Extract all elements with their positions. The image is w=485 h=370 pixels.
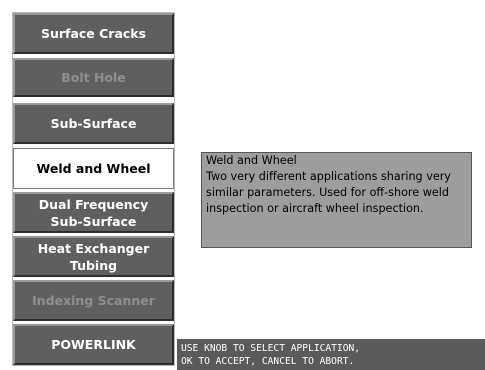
menu-item-powerlink[interactable]: POWERLINK <box>13 324 174 365</box>
description-title: Weld and Wheel <box>206 154 297 167</box>
menu-item-label: Heat Exchanger Tubing <box>37 240 150 273</box>
status-line-2: OK TO ACCEPT, CANCEL TO ABORT. <box>181 356 355 367</box>
application-menu: Surface Cracks Bolt Hole Sub-Surface Wel… <box>13 13 174 365</box>
application-description-panel: Weld and Wheel Two very different applic… <box>201 152 472 248</box>
menu-item-heat-exchanger-tubing[interactable]: Heat Exchanger Tubing <box>13 236 174 277</box>
menu-item-bolt-hole: Bolt Hole <box>13 58 174 97</box>
menu-item-label: Sub-Surface <box>50 116 137 131</box>
menu-item-label: Weld and Wheel <box>36 161 151 176</box>
menu-item-surface-cracks[interactable]: Surface Cracks <box>13 13 174 54</box>
menu-item-label: Dual Frequency Sub-Surface <box>38 196 149 229</box>
menu-item-weld-and-wheel[interactable]: Weld and Wheel <box>13 148 174 189</box>
status-line-1: USE KNOB TO SELECT APPLICATION, <box>181 343 361 354</box>
menu-item-label: POWERLINK <box>51 337 136 352</box>
status-bar: USE KNOB TO SELECT APPLICATION, OK TO AC… <box>177 339 485 370</box>
menu-item-label: Bolt Hole <box>61 70 126 85</box>
menu-item-label: Surface Cracks <box>40 26 147 41</box>
menu-item-sub-surface[interactable]: Sub-Surface <box>13 103 174 144</box>
menu-item-indexing-scanner: Indexing Scanner <box>13 280 174 321</box>
menu-item-label: Indexing Scanner <box>32 293 155 308</box>
description-body: Two very different applications sharing … <box>206 170 451 215</box>
menu-item-dual-frequency-sub-surface[interactable]: Dual Frequency Sub-Surface <box>13 192 174 233</box>
